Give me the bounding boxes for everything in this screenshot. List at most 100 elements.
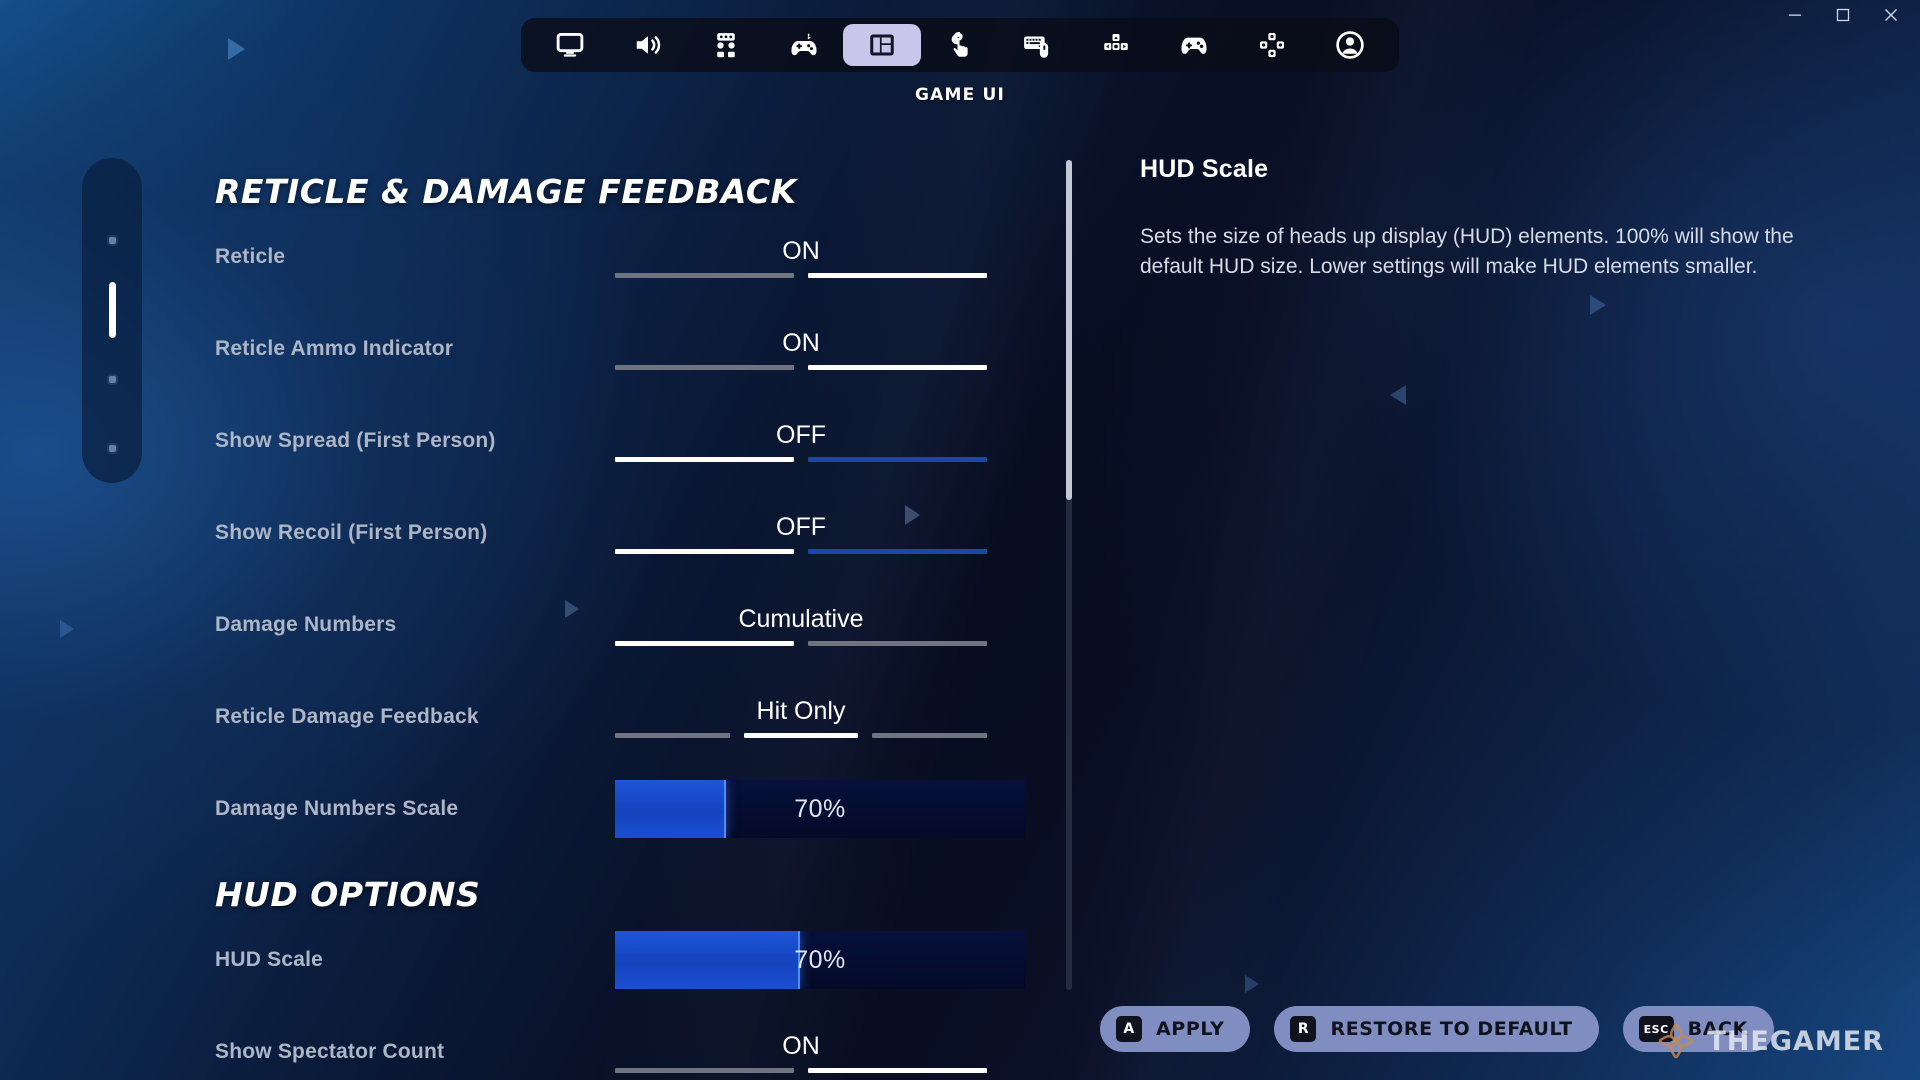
action-buttons: A APPLY R RESTORE TO DEFAULT ESC BACK	[1100, 1006, 1774, 1052]
section-title-reticle: RETICLE & DAMAGE FEEDBACK	[215, 172, 797, 211]
rail-slot[interactable]	[108, 345, 116, 414]
decor-triangle-icon	[1390, 385, 1406, 405]
apply-button[interactable]: A APPLY	[1100, 1006, 1251, 1052]
back-button[interactable]: ESC BACK	[1622, 1006, 1774, 1052]
maximize-icon[interactable]	[1832, 4, 1854, 26]
setting-row-reticle-damage-feedback[interactable]: Reticle Damage Feedback Hit Only	[215, 671, 1065, 763]
rail-slot[interactable]	[108, 414, 116, 483]
rail-dot-icon	[108, 237, 116, 245]
tab-dpad[interactable]	[1233, 24, 1311, 66]
minimize-icon[interactable]	[1784, 4, 1806, 26]
decor-triangle-icon	[1590, 295, 1606, 315]
setting-row-show-recoil[interactable]: Show Recoil (First Person) OFF	[215, 487, 1065, 579]
segment-track	[615, 640, 987, 646]
info-panel-body: Sets the size of heads up display (HUD) …	[1140, 225, 1794, 279]
settings-scrollbar-thumb[interactable]	[1066, 160, 1072, 500]
rail-slot-active[interactable]	[108, 275, 116, 344]
setting-row-hud-scale[interactable]: HUD Scale 70%	[215, 914, 1065, 1006]
segment-option[interactable]	[808, 456, 987, 462]
restore-key-badge: R	[1290, 1016, 1317, 1042]
setting-label: Reticle	[215, 245, 286, 268]
segment-option[interactable]	[615, 364, 794, 370]
tab-account[interactable]	[1311, 24, 1389, 66]
setting-label: HUD Scale	[215, 948, 324, 971]
rail-slot[interactable]	[108, 206, 116, 275]
rail-active-indicator	[108, 281, 116, 338]
segment-option-selected[interactable]	[808, 364, 987, 370]
segment-option[interactable]	[615, 272, 794, 278]
segment-track	[615, 272, 987, 278]
setting-label: Show Recoil (First Person)	[215, 521, 488, 544]
apply-key-badge: A	[1116, 1016, 1142, 1042]
damage-numbers-scale-slider[interactable]: 70%	[615, 780, 1025, 838]
close-icon[interactable]	[1880, 4, 1902, 26]
info-panel-title: HUD Scale	[1140, 155, 1269, 183]
setting-row-damage-numbers[interactable]: Damage Numbers Cumulative	[215, 579, 1065, 671]
setting-value: OFF	[776, 512, 826, 541]
setting-row-reticle[interactable]: Reticle ON	[215, 211, 1065, 303]
setting-label: Damage Numbers Scale	[215, 797, 459, 820]
toggle-control[interactable]: OFF	[615, 513, 987, 554]
apply-button-label: APPLY	[1156, 1018, 1225, 1040]
segment-option[interactable]	[808, 548, 987, 554]
tab-touch[interactable]	[921, 24, 999, 66]
segment-option[interactable]	[615, 1067, 794, 1073]
tab-controller[interactable]	[1155, 24, 1233, 66]
segment-option-selected[interactable]	[743, 732, 859, 738]
tab-keybinds[interactable]	[1077, 24, 1155, 66]
tab-video[interactable]	[531, 24, 609, 66]
section-title-hud-options: HUD OPTIONS	[215, 875, 481, 914]
hud-scale-slider[interactable]: 70%	[615, 931, 1025, 989]
section-rail[interactable]	[82, 158, 142, 483]
setting-label: Show Spectator Count	[215, 1040, 445, 1063]
decor-triangle-icon	[60, 620, 74, 638]
toggle-control[interactable]: ON	[615, 329, 987, 370]
back-button-label: BACK	[1687, 1018, 1748, 1040]
toggle-control[interactable]: ON	[615, 237, 987, 278]
segment-option-selected[interactable]	[615, 640, 794, 646]
rail-dot-icon	[108, 375, 116, 383]
toggle-control[interactable]: Cumulative	[615, 605, 987, 646]
setting-label: Damage Numbers	[215, 613, 397, 636]
setting-row-show-spectator-count[interactable]: Show Spectator Count ON	[215, 1006, 1065, 1080]
segment-option[interactable]	[872, 732, 988, 738]
restore-button-label: RESTORE TO DEFAULT	[1330, 1018, 1573, 1040]
slider-value: 70%	[794, 945, 846, 974]
segment-option-selected[interactable]	[615, 456, 794, 462]
settings-list: RETICLE & DAMAGE FEEDBACK Reticle ON Ret…	[215, 150, 1065, 1080]
toggle-control[interactable]: ON	[615, 1032, 987, 1073]
setting-value: OFF	[776, 420, 826, 449]
setting-value: Cumulative	[738, 604, 864, 633]
setting-row-show-spread[interactable]: Show Spread (First Person) OFF	[215, 395, 1065, 487]
setting-value: ON	[782, 1031, 820, 1060]
setting-row-damage-numbers-scale[interactable]: Damage Numbers Scale 70%	[215, 763, 1065, 855]
rail-dot-icon	[108, 444, 116, 452]
toggle-control[interactable]: OFF	[615, 421, 987, 462]
setting-label: Reticle Ammo Indicator	[215, 337, 454, 360]
decor-triangle-icon	[1245, 975, 1259, 993]
tab-game[interactable]	[765, 24, 843, 66]
settings-tabbar	[521, 18, 1399, 72]
segment-track	[615, 1067, 987, 1073]
tab-keyboard-mouse[interactable]	[999, 24, 1077, 66]
segment-option-selected[interactable]	[808, 272, 987, 278]
setting-value: ON	[782, 328, 820, 357]
setting-row-reticle-ammo-indicator[interactable]: Reticle Ammo Indicator ON	[215, 303, 1065, 395]
toggle-control[interactable]: Hit Only	[615, 697, 988, 738]
setting-value: ON	[782, 236, 820, 265]
segment-option-selected[interactable]	[808, 1067, 987, 1073]
segment-track	[615, 548, 987, 554]
tab-audio[interactable]	[609, 24, 687, 66]
active-tab-label: GAME UI	[914, 85, 1006, 105]
tab-accessibility[interactable]	[687, 24, 765, 66]
window-controls	[1784, 0, 1920, 30]
tab-game-ui[interactable]	[843, 24, 921, 66]
segment-option[interactable]	[615, 732, 730, 738]
settings-scrollbar-track[interactable]	[1066, 160, 1072, 990]
segment-option-selected[interactable]	[615, 548, 794, 554]
segment-option[interactable]	[808, 640, 987, 646]
setting-label: Reticle Damage Feedback	[215, 705, 479, 728]
setting-label: Show Spread (First Person)	[215, 429, 496, 452]
restore-to-default-button[interactable]: R RESTORE TO DEFAULT	[1274, 1006, 1599, 1052]
segment-track	[615, 732, 988, 738]
